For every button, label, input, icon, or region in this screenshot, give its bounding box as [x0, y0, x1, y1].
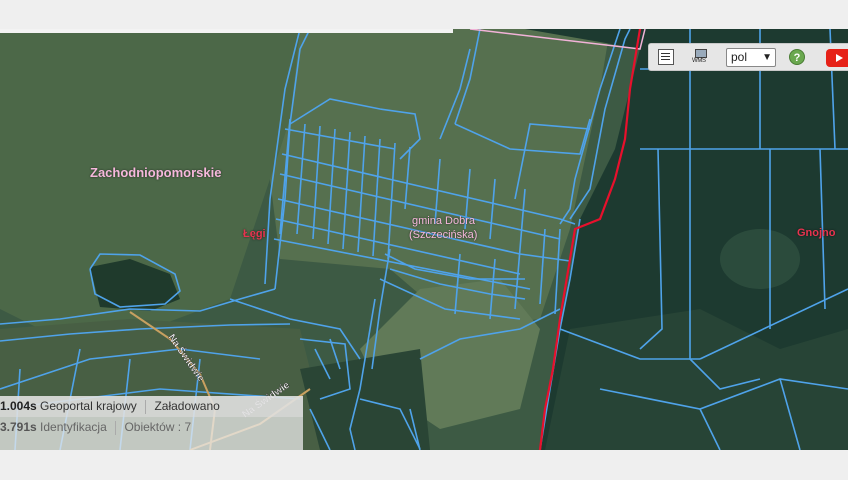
- status-time: 1.004s: [0, 399, 37, 413]
- language-select-value: pol: [731, 50, 748, 64]
- status-source: Geoportal krajowy: [40, 399, 137, 413]
- status-separator: [145, 399, 147, 414]
- status-row-identify: 3.791s Identyfikacja Obiektów : 7: [0, 417, 303, 450]
- commune-label-line2: (Szczecińska): [409, 229, 478, 241]
- language-select[interactable]: pol ▼: [726, 48, 776, 67]
- wms-layer-icon[interactable]: WMS: [692, 49, 709, 65]
- commune-label-line1: gmina Dobra: [412, 215, 475, 227]
- chevron-down-icon: ▼: [762, 52, 772, 63]
- status-row-load: 1.004s Geoportal krajowy Załadowano: [0, 396, 303, 417]
- status-time: 3.791s: [0, 420, 37, 434]
- map-top-strip: [0, 29, 453, 33]
- place-label: Łęgi: [243, 228, 266, 240]
- wms-icon-text: WMS: [692, 58, 706, 64]
- status-objects: Obiektów : 7: [124, 420, 192, 434]
- map-toolbar: WMS pol ▼ ?: [648, 43, 848, 71]
- map-view[interactable]: Na Świdwie Na Świdwie Zachodniopomorskie…: [0, 29, 848, 450]
- youtube-icon[interactable]: [826, 49, 848, 67]
- status-state: Załadowano: [154, 399, 220, 413]
- legend-list-icon[interactable]: [658, 49, 674, 65]
- help-question-icon[interactable]: ?: [789, 49, 805, 65]
- region-label: Zachodniopomorskie: [90, 165, 222, 180]
- status-action: Identyfikacja: [40, 420, 107, 434]
- status-separator: [115, 420, 117, 435]
- place-label-right: Gnojno: [797, 227, 836, 239]
